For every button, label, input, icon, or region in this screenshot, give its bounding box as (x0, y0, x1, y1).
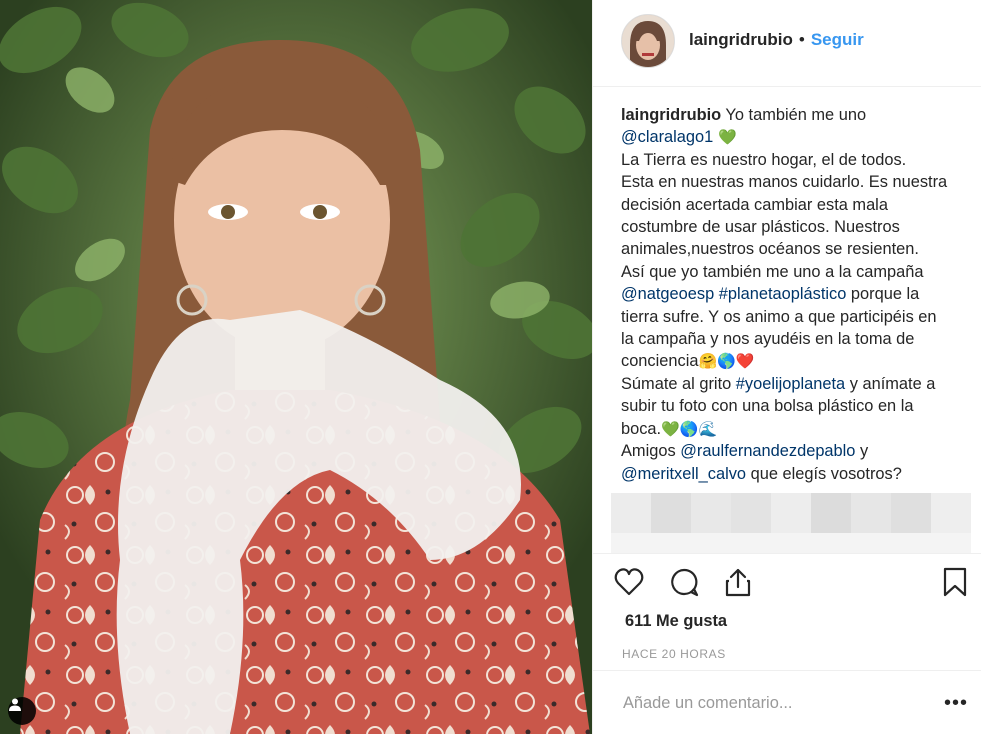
comment-bar: ••• (593, 670, 981, 735)
emoji-group: 🤗🌎❤️ (698, 352, 755, 371)
bookmark-icon[interactable] (939, 566, 971, 598)
caption-text: que elegís vosotros? (746, 464, 902, 483)
caption-text: Amigos (621, 442, 681, 461)
pixelated-redaction (611, 493, 971, 553)
heart-icon[interactable] (613, 566, 645, 598)
hashtag-link[interactable]: #yoelijoplaneta (736, 375, 845, 393)
emoji-group: 💚🌎🌊 (661, 419, 718, 438)
mention-hashtag-link[interactable]: @natgeoesp #planetaoplástico (621, 285, 846, 303)
caption-line: boca.💚🌎🌊 (621, 418, 976, 440)
caption-text: Yo también me uno (721, 106, 867, 124)
mention-link[interactable]: @raulfernandezdepablo (680, 442, 855, 460)
caption-line: @natgeoesp #planetaoplástico porque la (621, 283, 976, 305)
more-options-icon[interactable]: ••• (941, 689, 971, 717)
action-bar (593, 553, 981, 609)
caption-line: Así que yo también me uno a la campaña (621, 262, 924, 281)
likes-count[interactable]: 611 Me gusta (625, 612, 727, 631)
caption-line: decisión acertada cambiar esta mala (621, 195, 888, 214)
caption-line: costumbre de usar plásticos. Nuestros (621, 218, 900, 237)
caption-text: y (855, 442, 869, 461)
caption-line: subir tu foto con una bolsa plástico en … (621, 397, 914, 416)
header-username[interactable]: laingridrubio (689, 30, 793, 49)
caption-text: porque la (846, 285, 920, 304)
post-header: laingridrubio • Seguir (593, 0, 981, 87)
green-heart-emoji: 💚 (713, 128, 737, 147)
caption-line: @meritxell_calvo que elegís vosotros? (621, 463, 976, 485)
post-caption: laingridrubio Yo también me uno @clarala… (621, 104, 976, 485)
mention-link[interactable]: @meritxell_calvo (621, 465, 746, 483)
caption-line: La Tierra es nuestro hogar, el de todos. (621, 150, 907, 169)
caption-line: Esta en nuestras manos cuidarlo. Es nues… (621, 173, 948, 192)
post-timestamp[interactable]: HACE 20 HORAS (622, 647, 726, 661)
header-text: laingridrubio • Seguir (689, 30, 864, 50)
caption-text: y anímate a (845, 374, 936, 393)
photo-illustration (0, 0, 592, 734)
person-tag-icon[interactable] (8, 697, 36, 725)
caption-line: tierra sufre. Y os animo a que participé… (621, 307, 937, 326)
post-side-panel: laingridrubio • Seguir laingridrubio Yo ta… (592, 0, 1000, 734)
caption-text: boca. (621, 419, 662, 438)
caption-line: conciencia🤗🌎❤️ (621, 350, 976, 372)
caption-line: Súmate al grito #yoelijoplaneta y anímat… (621, 373, 976, 395)
caption-line: laingridrubio Yo también me uno (621, 104, 976, 126)
caption-line: la campaña y nos ayudéis en la toma de (621, 330, 915, 349)
caption-line: @claralago1 💚 (621, 126, 976, 148)
comment-bubble-icon[interactable] (668, 566, 700, 598)
instagram-post: laingridrubio • Seguir laingridrubio Yo ta… (0, 0, 1000, 734)
caption-text: conciencia (621, 352, 699, 371)
comment-input[interactable] (623, 694, 923, 713)
avatar[interactable] (621, 14, 675, 68)
follow-button[interactable]: Seguir (811, 30, 864, 49)
post-photo[interactable] (0, 0, 592, 734)
mention-link[interactable]: @claralago1 (621, 128, 713, 146)
caption-text: Súmate al grito (621, 374, 736, 393)
caption-line: Amigos @raulfernandezdepablo y (621, 440, 976, 462)
caption-line: animales,nuestros océanos se resienten. (621, 240, 919, 259)
caption-username[interactable]: laingridrubio (621, 106, 721, 124)
share-upload-icon[interactable] (722, 566, 754, 598)
header-separator: • (798, 30, 805, 49)
